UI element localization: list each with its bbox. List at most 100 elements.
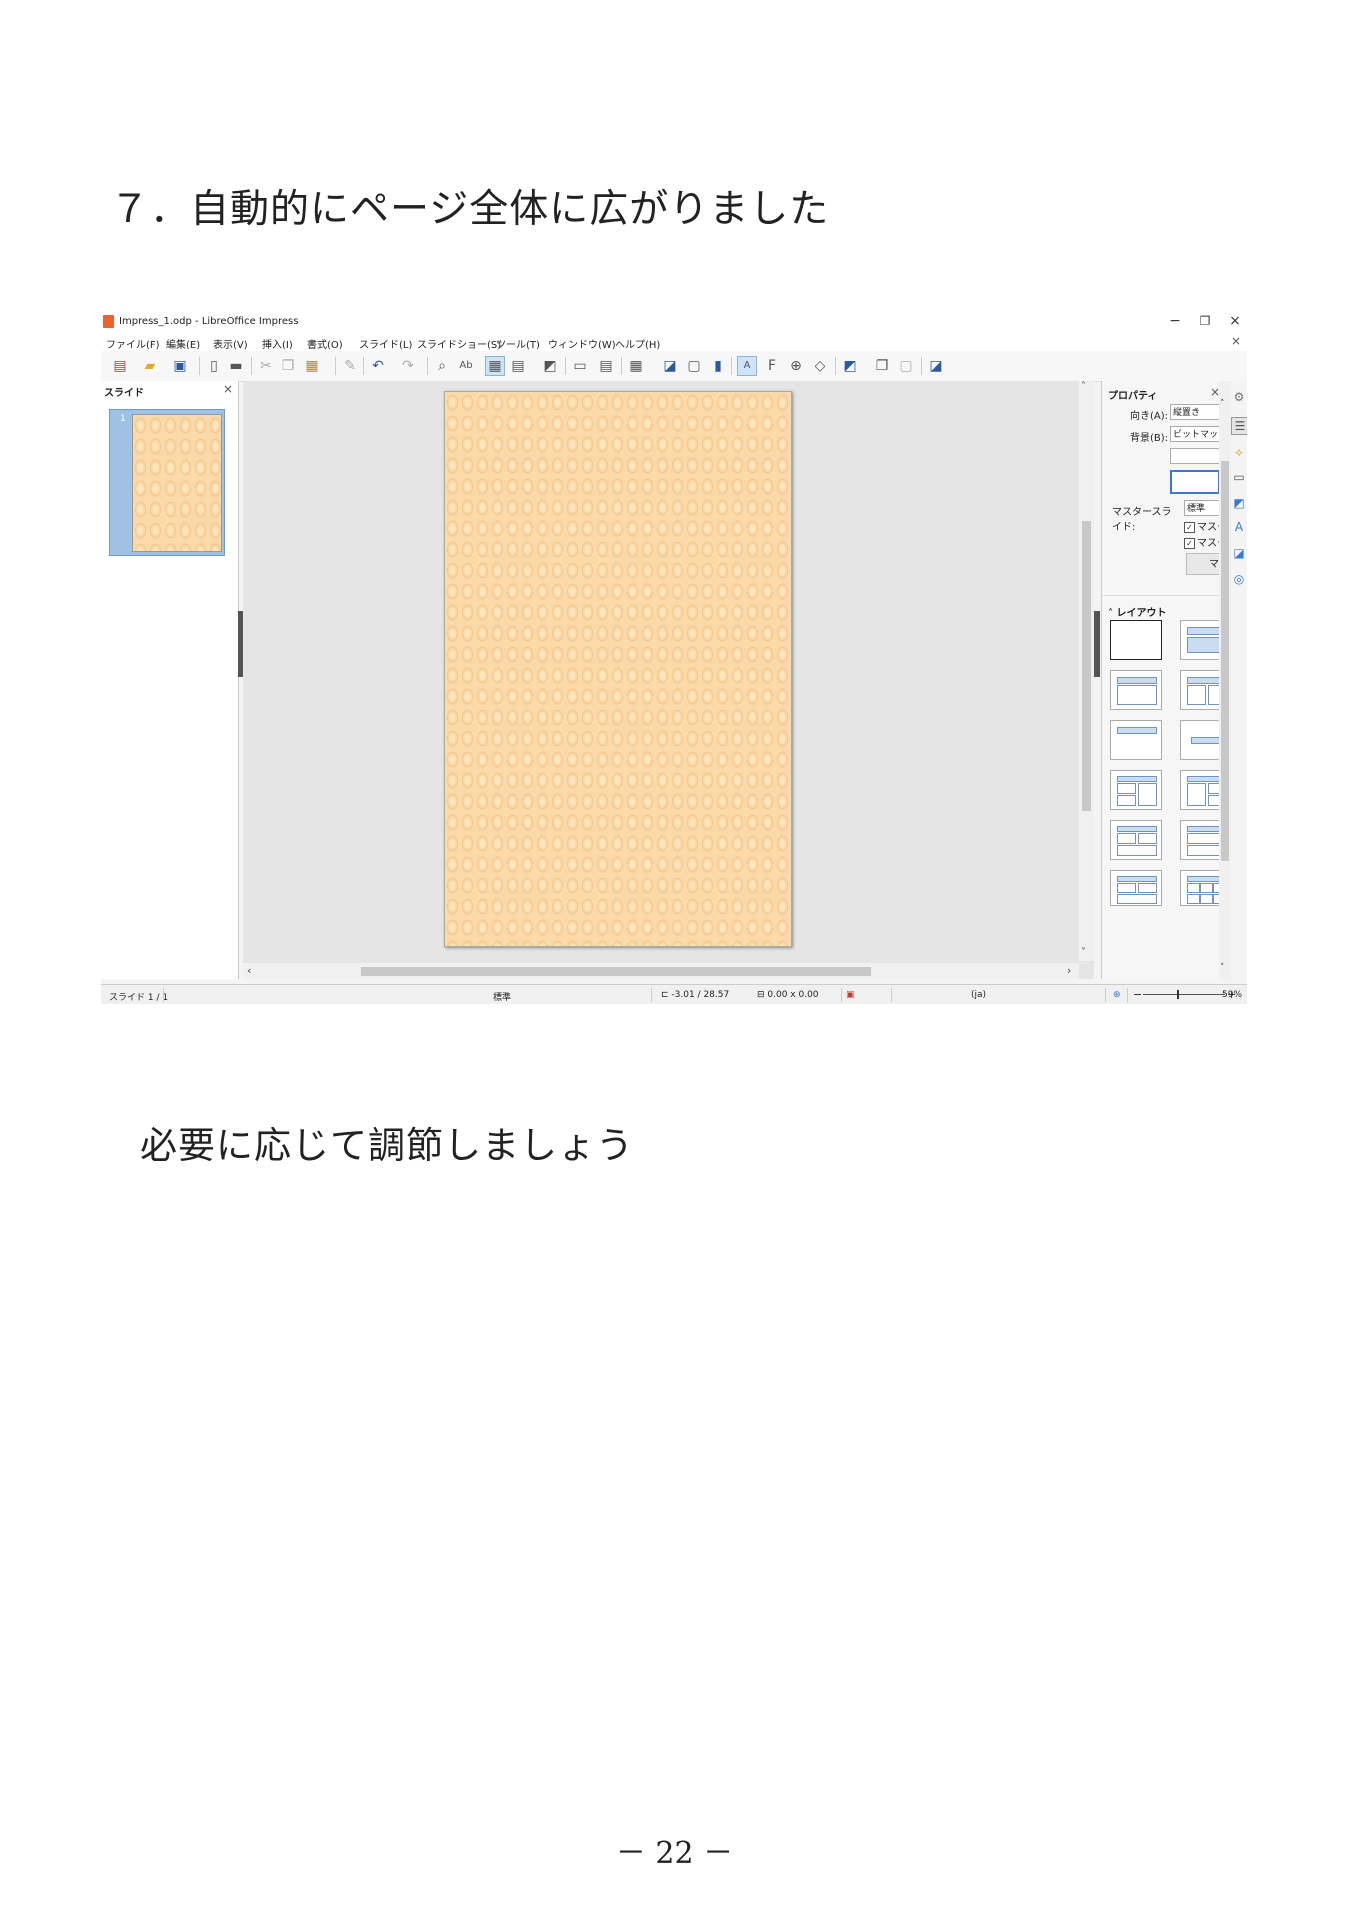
clone-formatting-icon[interactable]: ✎	[341, 357, 359, 375]
menu-slide[interactable]: スライド(L)	[359, 336, 412, 351]
save-icon[interactable]: ▣	[171, 357, 189, 375]
zoom-slider-handle[interactable]	[1177, 990, 1180, 999]
slide-number: 1	[120, 414, 126, 424]
menu-format[interactable]: 書式(O)	[307, 336, 343, 351]
slide-layout-icon[interactable]: ▤	[597, 357, 615, 375]
styles-icon[interactable]: A	[1231, 519, 1247, 535]
find-replace-icon[interactable]: ⌕	[433, 357, 451, 375]
horizontal-scrollbar[interactable]: ‹ ›	[243, 963, 1079, 979]
image-icon[interactable]: ◩	[541, 357, 559, 375]
open-icon[interactable]: ▰	[141, 357, 159, 375]
fit-slide-icon[interactable]: ⊕	[1113, 990, 1121, 1000]
background-select[interactable]: ビットマップ	[1170, 426, 1220, 442]
layout-title-2content-over[interactable]	[1110, 820, 1162, 860]
document-modified-icon[interactable]: ▣	[846, 990, 855, 1000]
table-icon[interactable]: ▦	[627, 357, 645, 375]
menu-tools[interactable]: ツール(T)	[496, 336, 540, 351]
slide-page[interactable]	[444, 391, 792, 947]
background-label: 背景(B):	[1129, 433, 1168, 444]
zoom-percentage[interactable]: 59%	[1222, 990, 1242, 1000]
size-icon: ⊟	[757, 990, 768, 1000]
print-icon[interactable]: ▬	[227, 357, 245, 375]
copy-icon[interactable]: ❐	[279, 357, 297, 375]
scroll-left-icon[interactable]: ‹	[247, 964, 251, 977]
sidebar-scroll-thumb[interactable]	[1221, 461, 1229, 861]
menu-file[interactable]: ファイル(F)	[106, 336, 160, 351]
menu-window[interactable]: ウィンドウ(W)	[548, 336, 616, 351]
settings-icon[interactable]: ⚙	[1231, 389, 1247, 405]
navigator-icon[interactable]: ◎	[1231, 571, 1247, 587]
master-slides-icon[interactable]: ◩	[1231, 495, 1247, 511]
sidebar-scroll-down-icon[interactable]: ˅	[1220, 963, 1225, 973]
language-status[interactable]: (ja)	[971, 990, 986, 1000]
frame-icon[interactable]: ▢	[685, 357, 703, 375]
slide-transition-icon[interactable]: ✧	[1231, 445, 1247, 461]
minimize-button[interactable]: −	[1165, 313, 1185, 329]
vertical-scrollbar[interactable]: ˄ ˅	[1079, 381, 1094, 961]
scroll-right-icon[interactable]: ›	[1067, 964, 1071, 977]
fontwork-icon[interactable]: F	[763, 357, 781, 375]
vertical-scroll-thumb[interactable]	[1082, 521, 1091, 811]
zoom-out-button[interactable]: −	[1133, 988, 1142, 1001]
close-window-button[interactable]: ×	[1225, 313, 1245, 329]
master-slide-select[interactable]: 標準	[1184, 500, 1220, 516]
master-view-button[interactable]: マスター表示	[1186, 553, 1220, 575]
transform-icon[interactable]: ◩	[841, 357, 859, 375]
menu-insert[interactable]: 挿入(I)	[262, 336, 293, 351]
standard-toolbar: ▤ ▰ ▣ ▯ ▬ ✂ ❐ ▦ ✎ ↶ ↷ ⌕ Ab ▦ ▤ ◩ ▭ ▤ ▦ ◪…	[101, 351, 1247, 382]
insert-image-icon[interactable]: ◪	[661, 357, 679, 375]
slide-thumbnail-selected[interactable]: 1	[109, 409, 225, 556]
menu-edit[interactable]: 編集(E)	[166, 336, 200, 351]
horizontal-scroll-thumb[interactable]	[361, 967, 871, 976]
export-pdf-icon[interactable]: ▯	[205, 357, 223, 375]
layout-blank[interactable]	[1110, 620, 1162, 660]
cut-icon[interactable]: ✂	[257, 357, 275, 375]
arrange-icon[interactable]: ❐	[873, 357, 891, 375]
slide-count-status: スライド 1 / 1	[109, 993, 169, 1003]
close-document-button[interactable]: ×	[1231, 334, 1241, 348]
orientation-select[interactable]: 縦置き	[1170, 404, 1220, 420]
line-icon[interactable]: ◪	[927, 357, 945, 375]
master-background-checkbox[interactable]: ✓マスタースライドの背景	[1184, 518, 1220, 533]
hyperlink-icon[interactable]: ⊕	[787, 357, 805, 375]
menu-view[interactable]: 表示(V)	[213, 336, 248, 351]
master-objects-checkbox[interactable]: ✓マスタースライドのオブジェクト	[1184, 534, 1220, 549]
zoom-slider[interactable]	[1143, 994, 1225, 995]
menu-help[interactable]: ヘルプ(H)	[615, 336, 660, 351]
display-views-icon[interactable]: ▤	[509, 357, 527, 375]
properties-icon[interactable]: ☰	[1231, 417, 1247, 435]
slide-thumbnail[interactable]	[132, 414, 222, 552]
scroll-up-icon[interactable]: ˄	[1081, 381, 1086, 392]
orientation-label: 向き(A):	[1129, 411, 1168, 422]
grid-icon[interactable]: ▦	[485, 356, 505, 376]
right-pane-splitter[interactable]	[1094, 611, 1100, 677]
shadow-icon[interactable]: ▢	[897, 357, 915, 375]
menu-slideshow[interactable]: スライドショー(S)	[417, 336, 501, 351]
sidebar-scrollbar[interactable]: ˄ ˅	[1219, 381, 1231, 979]
close-slide-pane-button[interactable]: ×	[223, 382, 233, 396]
master-slide-icon[interactable]: ▭	[571, 357, 589, 375]
redo-icon[interactable]: ↷	[399, 357, 417, 375]
restore-button[interactable]: ❐	[1195, 314, 1215, 328]
check-icon: ✓	[1184, 521, 1195, 533]
shapes-icon[interactable]: ◇	[811, 357, 829, 375]
undo-icon[interactable]: ↶	[369, 357, 387, 375]
paste-icon[interactable]: ▦	[303, 357, 321, 375]
window-title: Impress_1.odp - LibreOffice Impress	[119, 316, 299, 327]
slide-canvas[interactable]: ˄ ˅ ‹ ›	[243, 381, 1094, 979]
gallery-icon[interactable]: ◪	[1231, 545, 1247, 561]
bitmap-preview[interactable]	[1170, 470, 1220, 494]
bitmap-select[interactable]	[1170, 448, 1220, 464]
spelling-icon[interactable]: Ab	[457, 357, 475, 375]
layout-title-2content-content[interactable]	[1110, 770, 1162, 810]
layout-title-only-2[interactable]	[1110, 720, 1162, 760]
animation-icon[interactable]: ▭	[1231, 469, 1247, 485]
sidebar-scroll-up-icon[interactable]: ˄	[1220, 399, 1225, 409]
layout-title-4content[interactable]	[1110, 870, 1162, 906]
properties-sidebar: プロパティ × 向き(A): 縦置き 背景(B): ビットマップ マスタースライ…	[1101, 381, 1232, 979]
new-icon[interactable]: ▤	[111, 357, 129, 375]
scroll-down-icon[interactable]: ˅	[1081, 947, 1086, 958]
layout-title-only[interactable]	[1110, 670, 1162, 710]
text-box-icon[interactable]: A	[737, 356, 757, 376]
chart-icon[interactable]: ▮	[709, 357, 727, 375]
